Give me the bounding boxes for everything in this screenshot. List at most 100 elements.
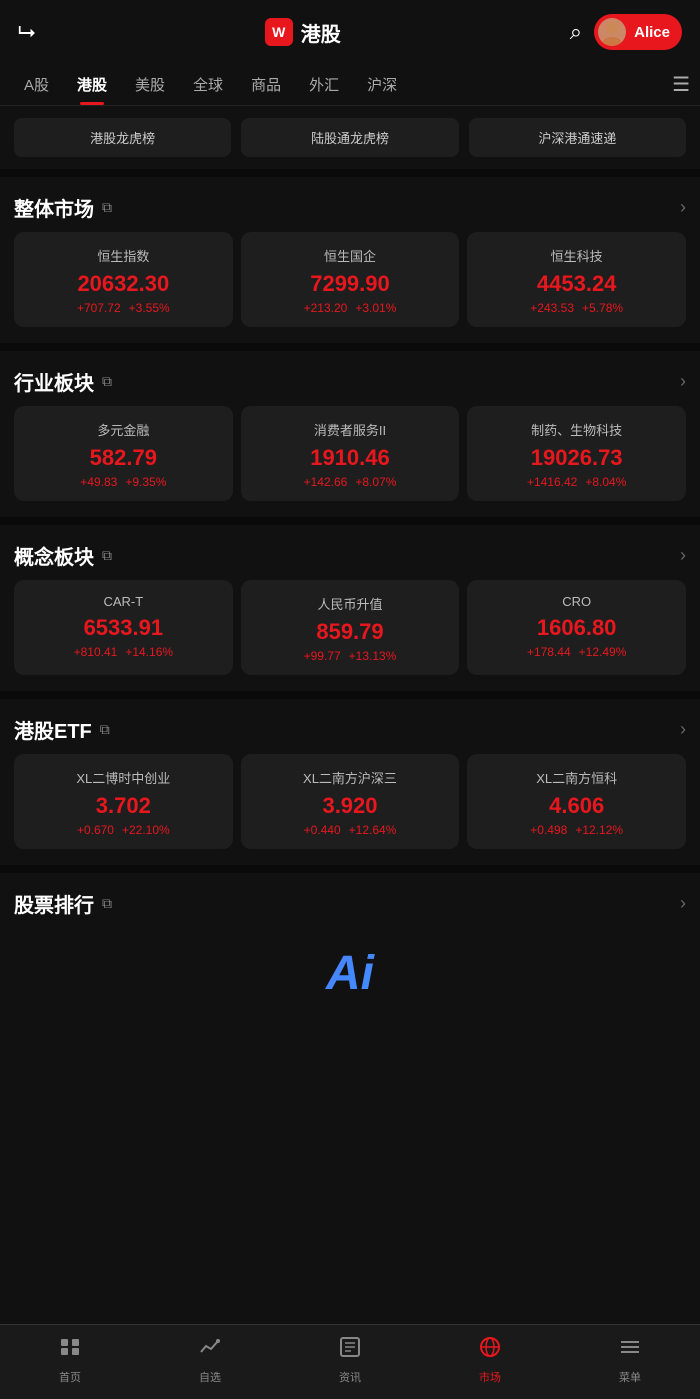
tab-hk-shares[interactable]: 港股 [63,64,121,105]
market-card-hsi[interactable]: 恒生指数 20632.30 +707.72 +3.55% [14,232,233,327]
concept-arrow-icon[interactable]: › [680,545,686,566]
etf2-name: XL二南方沪深三 [251,768,450,787]
market-card-hscei[interactable]: 恒生国企 7299.90 +213.20 +3.01% [241,232,460,327]
watchlist-icon [198,1335,222,1365]
home-icon: 27 [58,1335,82,1365]
market-card-hstech[interactable]: 恒生科技 4453.24 +243.53 +5.78% [467,232,686,327]
industry-card-consumer[interactable]: 消费者服务II 1910.46 +142.66 +8.07% [241,406,460,501]
hscei-change1: +213.20 [304,301,348,315]
etf2-change1: +0.440 [304,823,341,837]
finance-changes: +49.83 +9.35% [24,475,223,489]
hsi-change1: +707.72 [77,301,121,315]
tab-shanghai-shenzhen[interactable]: 沪深 [353,64,411,105]
cro-changes: +178.44 +12.49% [477,645,676,659]
cro-change1: +178.44 [527,645,571,659]
share-icon[interactable]: ⮡ [18,19,36,45]
cart-change1: +810.41 [74,645,118,659]
market-section-header: 整体市场 ⧉ › [0,177,700,232]
concept-card-cro[interactable]: CRO 1606.80 +178.44 +12.49% [467,580,686,675]
etf1-change1: +0.670 [77,823,114,837]
quick-link-hk-ranking[interactable]: 港股龙虎榜 [14,118,231,157]
etf1-value: 3.702 [24,793,223,819]
divider-4 [0,691,700,699]
market-arrow-icon[interactable]: › [680,197,686,218]
cro-value: 1606.80 [477,615,676,641]
concept-title-wrap: 概念板块 ⧉ [14,541,112,570]
etf1-changes: +0.670 +22.10% [24,823,223,837]
etf-card-1[interactable]: XL二博时中创业 3.702 +0.670 +22.10% [14,754,233,849]
tab-commodities[interactable]: 商品 [237,64,295,105]
nav-menu-icon[interactable]: ☰ [672,72,690,97]
etf-card-2[interactable]: XL二南方沪深三 3.920 +0.440 +12.64% [241,754,460,849]
bottom-nav: 27 首页 自选 资讯 [0,1324,700,1399]
nav-item-menu[interactable]: 菜单 [560,1325,700,1399]
hstech-name: 恒生科技 [477,246,676,265]
rmb-value: 859.79 [251,619,450,645]
concept-link-icon[interactable]: ⧉ [102,547,112,564]
finance-change1: +49.83 [80,475,117,489]
industry-arrow-icon[interactable]: › [680,371,686,392]
industry-cards-grid: 多元金融 582.79 +49.83 +9.35% 消费者服务II 1910.4… [0,406,700,517]
industry-card-pharma[interactable]: 制药、生物科技 19026.73 +1416.42 +8.04% [467,406,686,501]
nav-item-watchlist[interactable]: 自选 [140,1325,280,1399]
hscei-name: 恒生国企 [251,246,450,265]
nav-item-home[interactable]: 27 首页 [0,1325,140,1399]
user-button[interactable]: Alice [594,14,682,50]
quick-link-connect[interactable]: 沪深港通速递 [469,118,686,157]
ranking-section-title: 股票排行 [14,889,94,918]
etf-title-wrap: 港股ETF ⧉ [14,715,110,744]
rmb-change2: +13.13% [349,649,397,663]
etf-link-icon[interactable]: ⧉ [100,721,110,738]
ai-banner[interactable]: Ai [14,928,686,1018]
finance-value: 582.79 [24,445,223,471]
pharma-change2: +8.04% [585,475,626,489]
tab-a-shares[interactable]: A股 [10,64,63,105]
divider-5 [0,865,700,873]
ranking-link-icon[interactable]: ⧉ [102,895,112,912]
etf-arrow-icon[interactable]: › [680,719,686,740]
hsi-value: 20632.30 [24,271,223,297]
pharma-value: 19026.73 [477,445,676,471]
hstech-change1: +243.53 [530,301,574,315]
concept-card-rmb[interactable]: 人民币升值 859.79 +99.77 +13.13% [241,580,460,675]
nav-item-news[interactable]: 资讯 [280,1325,420,1399]
industry-card-finance[interactable]: 多元金融 582.79 +49.83 +9.35% [14,406,233,501]
market-section-title: 整体市场 [14,193,94,222]
menu-icon [618,1335,642,1365]
industry-link-icon[interactable]: ⧉ [102,373,112,390]
ranking-arrow-icon[interactable]: › [680,893,686,914]
ranking-title-wrap: 股票排行 ⧉ [14,889,112,918]
cart-value: 6533.91 [24,615,223,641]
hscei-change2: +3.01% [355,301,396,315]
header-title: 港股 [301,18,341,47]
etf-section-title: 港股ETF [14,715,92,744]
etf1-change2: +22.10% [122,823,170,837]
nav-tabs: A股 港股 美股 全球 商品 外汇 沪深 ☰ [0,64,700,106]
nav-item-market[interactable]: 市场 [420,1325,560,1399]
market-link-icon[interactable]: ⧉ [102,199,112,216]
hsi-changes: +707.72 +3.55% [24,301,223,315]
industry-section-title: 行业板块 [14,367,94,396]
search-icon[interactable]: ⌕ [570,19,582,45]
etf2-value: 3.920 [251,793,450,819]
pharma-changes: +1416.42 +8.04% [477,475,676,489]
tab-forex[interactable]: 外汇 [295,64,353,105]
rmb-change1: +99.77 [304,649,341,663]
home-label: 首页 [59,1369,81,1385]
divider-2 [0,343,700,351]
tab-us-shares[interactable]: 美股 [121,64,179,105]
industry-title-wrap: 行业板块 ⧉ [14,367,112,396]
etf3-change2: +12.12% [575,823,623,837]
concept-card-cart[interactable]: CAR-T 6533.91 +810.41 +14.16% [14,580,233,675]
avatar [598,18,626,46]
quick-links: 港股龙虎榜 陆股通龙虎榜 沪深港通速递 [0,106,700,169]
market-cards-grid: 恒生指数 20632.30 +707.72 +3.55% 恒生国企 7299.9… [0,232,700,343]
cart-name: CAR-T [24,594,223,609]
consumer-change1: +142.66 [304,475,348,489]
menu-label: 菜单 [619,1369,641,1385]
etf3-change1: +0.498 [530,823,567,837]
tab-global[interactable]: 全球 [179,64,237,105]
etf-card-3[interactable]: XL二南方恒科 4.606 +0.498 +12.12% [467,754,686,849]
quick-link-northbound-ranking[interactable]: 陆股通龙虎榜 [241,118,458,157]
etf2-changes: +0.440 +12.64% [251,823,450,837]
